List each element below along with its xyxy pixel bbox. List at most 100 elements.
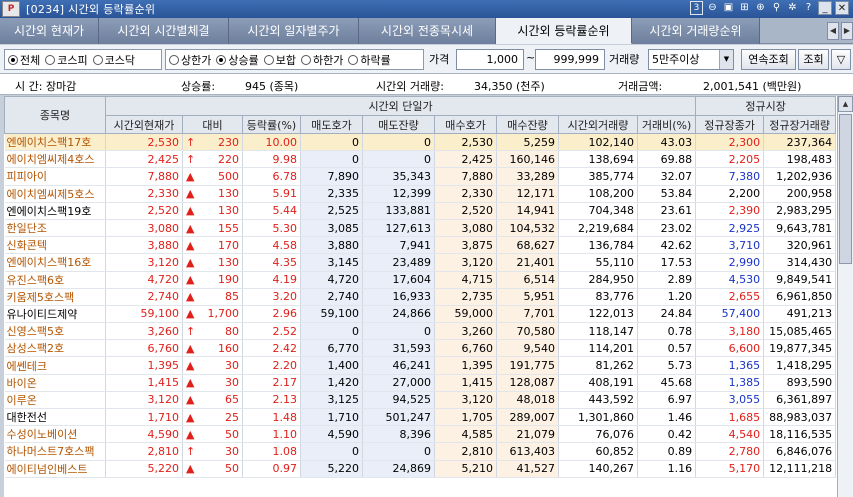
vertical-scrollbar[interactable]: ▲ (837, 96, 853, 497)
up-triangle-icon: ▲ (186, 393, 195, 407)
overtime-price-cell: 5,220 (105, 460, 183, 478)
header-change-rate[interactable]: 등락률(%) (242, 115, 301, 134)
minimize-button[interactable]: _ (818, 1, 832, 15)
radio-fall-rate[interactable]: 하락률 (348, 52, 391, 68)
table-row[interactable]: 에쎈테크 1,395 ▲ 30 2.20 1,400 46,241 1,395 191,775 8… (4, 356, 837, 375)
page-number-icon[interactable]: 3 (690, 1, 703, 15)
table-row[interactable]: 에이치엠씨제4호스 2,425 ↑ 220 9.98 0 0 2,425 160,146 138,… (4, 150, 837, 169)
tab-overtime-time-trades[interactable]: 시간외 시간별체결 (99, 18, 229, 44)
table-row[interactable]: 엔에이치스팩19호 2,520 ▲ 130 5.44 2,525 133,881 2,520 1… (4, 202, 837, 220)
header-change[interactable]: 대비 (182, 115, 243, 134)
layout-icon[interactable]: ⊞ (738, 1, 751, 15)
price-min-input[interactable]: 1,000 (456, 49, 524, 70)
change-cell: ▲ 130 (182, 202, 243, 220)
zoom-in-icon[interactable]: ⊕ (754, 1, 767, 15)
header-overtime-volume[interactable]: 시간외거래량 (558, 115, 638, 134)
radio-upper-limit[interactable]: 상한가 (169, 52, 211, 68)
ask-qty-cell: 0 (362, 133, 435, 152)
table-row[interactable]: 수성이노베이션 4,590 ▲ 50 1.10 4,590 8,396 4,585 21,079… (4, 425, 837, 444)
ask-qty-cell: 0 (362, 322, 435, 341)
tab-overtime-daily-price[interactable]: 시간외 일자별주가 (229, 18, 359, 44)
table-row[interactable]: 신영스팩5호 3,260 ↑ 80 2.52 0 0 3,260 70,580 118,147 0.… (4, 322, 837, 341)
ranking-grid[interactable]: 종목명 시간외 단일가 정규시장 시간외현재가 대비 등락률(%) 매도호가 매도잔량 매… (4, 96, 853, 497)
bid-qty-cell: 68,627 (496, 236, 559, 255)
change-rate-cell: 1.48 (242, 408, 301, 427)
regular-close-cell: 2,780 (695, 442, 765, 461)
regular-close-cell: 2,390 (695, 202, 765, 220)
header-bid-price[interactable]: 매수호가 (434, 115, 497, 134)
header-stock-name[interactable]: 종목명 (4, 96, 106, 134)
header-overtime-group: 시간외 단일가 (104, 96, 697, 116)
tab-overtime-price[interactable]: 시간외 현재가 (0, 18, 99, 44)
radio-unchanged[interactable]: 보합 (263, 52, 296, 68)
table-row[interactable]: 이루온 3,120 ▲ 65 2.13 3,125 94,525 3,120 48,018 443… (4, 391, 837, 410)
tab-overtime-volume-ranking[interactable]: 시간외 거래량순위 (632, 18, 760, 44)
change-cell: ↑ 220 (182, 150, 243, 169)
table-row[interactable]: 유나이티드제약 59,100 ▲ 1,700 2.96 59,100 24,866 59,00… (4, 305, 837, 324)
table-row[interactable]: 바이온 1,415 ▲ 30 2.17 1,420 27,000 1,415 128,087 40… (4, 374, 837, 392)
overtime-price-cell: 1,710 (105, 408, 183, 427)
table-row[interactable]: 유진스팩6호 4,720 ▲ 190 4.19 4,720 17,604 4,715 6,514… (4, 271, 837, 289)
tab-overtime-change-ranking[interactable]: 시간외 등락률순위 (496, 18, 632, 44)
header-volume-ratio[interactable]: 거래비(%) (636, 115, 697, 134)
tab-overtime-all-quotes[interactable]: 시간외 전종목시세 (359, 18, 496, 44)
stock-name-cell: 유나이티드제약 (4, 305, 106, 324)
ask-price-cell: 3,085 (300, 219, 363, 238)
header-regular-close[interactable]: 정규장종가 (695, 115, 765, 134)
radio-rise-rate[interactable]: 상승률 (216, 52, 259, 68)
header-overtime-price[interactable]: 시간외현재가 (105, 115, 183, 134)
header-ask-qty[interactable]: 매도잔량 (362, 115, 435, 134)
regular-volume-cell: 1,202,936 (763, 167, 837, 186)
change-value: 25 (225, 410, 239, 424)
tab-scroll-left-icon[interactable]: ◀ (827, 22, 839, 40)
header-regular-volume[interactable]: 정규장거래량 (763, 115, 837, 134)
search-button[interactable]: 조회 (798, 49, 829, 70)
table-row[interactable]: 한일단조 3,080 ▲ 155 5.30 3,085 127,613 3,080 104,53… (4, 219, 837, 238)
settings-icon[interactable]: ✲ (786, 1, 799, 15)
window-list-icon[interactable]: ▣ (722, 1, 735, 15)
table-row[interactable]: 하나머스트7호스팩 2,810 ↑ 30 1.08 0 0 2,810 613,403 60,85… (4, 442, 837, 461)
ask-qty-cell: 7,941 (362, 236, 435, 255)
chevron-down-icon[interactable]: ▼ (719, 50, 733, 69)
continuous-query-button[interactable]: 연속조회 (741, 49, 796, 70)
price-max-input[interactable]: 999,999 (535, 49, 605, 70)
table-row[interactable]: 에이티넘인베스트 5,220 ▲ 50 0.97 5,220 24,869 5,210 41,5… (4, 460, 837, 478)
radio-kosdaq[interactable]: 코스닥 (92, 52, 135, 68)
ask-price-cell: 2,525 (300, 202, 363, 220)
summary-bar: 시 간: 장마감 상승률: 945 (종목) 시간외 거래량: 34,350 (… (0, 73, 853, 95)
radio-all[interactable]: 전체 (8, 52, 40, 68)
funnel-icon[interactable]: ▽ (831, 49, 851, 70)
table-row[interactable]: 엔에이치스팩16호 3,120 ▲ 130 4.35 3,145 23,489 3,120 21… (4, 253, 837, 272)
pin-icon[interactable]: ⚲ (770, 1, 783, 15)
header-ask-price[interactable]: 매도호가 (300, 115, 363, 134)
change-rate-cell: 9.98 (242, 150, 301, 169)
regular-volume-cell: 2,983,295 (763, 202, 837, 220)
table-row[interactable]: 엔에이치스팩17호 2,530 ↑ 230 10.00 0 0 2,530 5,259 102,1… (4, 133, 837, 152)
table-row[interactable]: 키움제5호스팩 2,740 ▲ 85 3.20 2,740 16,933 2,735 5,951… (4, 288, 837, 306)
zoom-out-icon[interactable]: ⊖ (706, 1, 719, 15)
radio-lower-limit[interactable]: 하한가 (301, 52, 343, 68)
overtime-volume-cell: 140,267 (558, 460, 638, 478)
header-bid-qty[interactable]: 매수잔량 (496, 115, 559, 134)
table-row[interactable]: 삼성스팩2호 6,760 ▲ 160 2.42 6,770 31,593 6,760 9,540… (4, 339, 837, 358)
bid-qty-cell: 128,087 (496, 374, 559, 392)
volume-ratio-cell: 42.62 (637, 236, 697, 255)
radio-dot (348, 54, 359, 65)
regular-close-cell: 1,385 (695, 374, 765, 392)
stock-name-cell: 엔에이치스팩19호 (4, 202, 106, 220)
scroll-up-icon[interactable]: ▲ (838, 96, 853, 112)
close-button[interactable]: ✕ (835, 1, 849, 15)
table-row[interactable]: 에이치엠씨제5호스 2,330 ▲ 130 5.91 2,335 12,399 2,330 12… (4, 185, 837, 203)
change-rate-cell: 2.96 (242, 305, 301, 324)
header-regular-group: 정규시장 (695, 96, 837, 116)
tab-scroll-right-icon[interactable]: ▶ (841, 22, 853, 40)
radio-kospi[interactable]: 코스피 (45, 52, 88, 68)
scrollbar-thumb[interactable] (839, 114, 852, 264)
help-icon[interactable]: ? (802, 1, 815, 15)
table-row[interactable]: 신화콘텍 3,880 ▲ 170 4.58 3,880 7,941 3,875 68,627 13… (4, 236, 837, 255)
table-row[interactable]: 피피아이 7,880 ▲ 500 6.78 7,890 35,343 7,880 33,289 3… (4, 167, 837, 186)
change-value: 50 (225, 427, 239, 441)
regular-close-cell: 3,180 (695, 322, 765, 341)
table-row[interactable]: 대한전선 1,710 ▲ 25 1.48 1,710 501,247 1,705 289,007… (4, 408, 837, 427)
volume-select[interactable]: 5만주이상 ▼ (648, 49, 734, 70)
